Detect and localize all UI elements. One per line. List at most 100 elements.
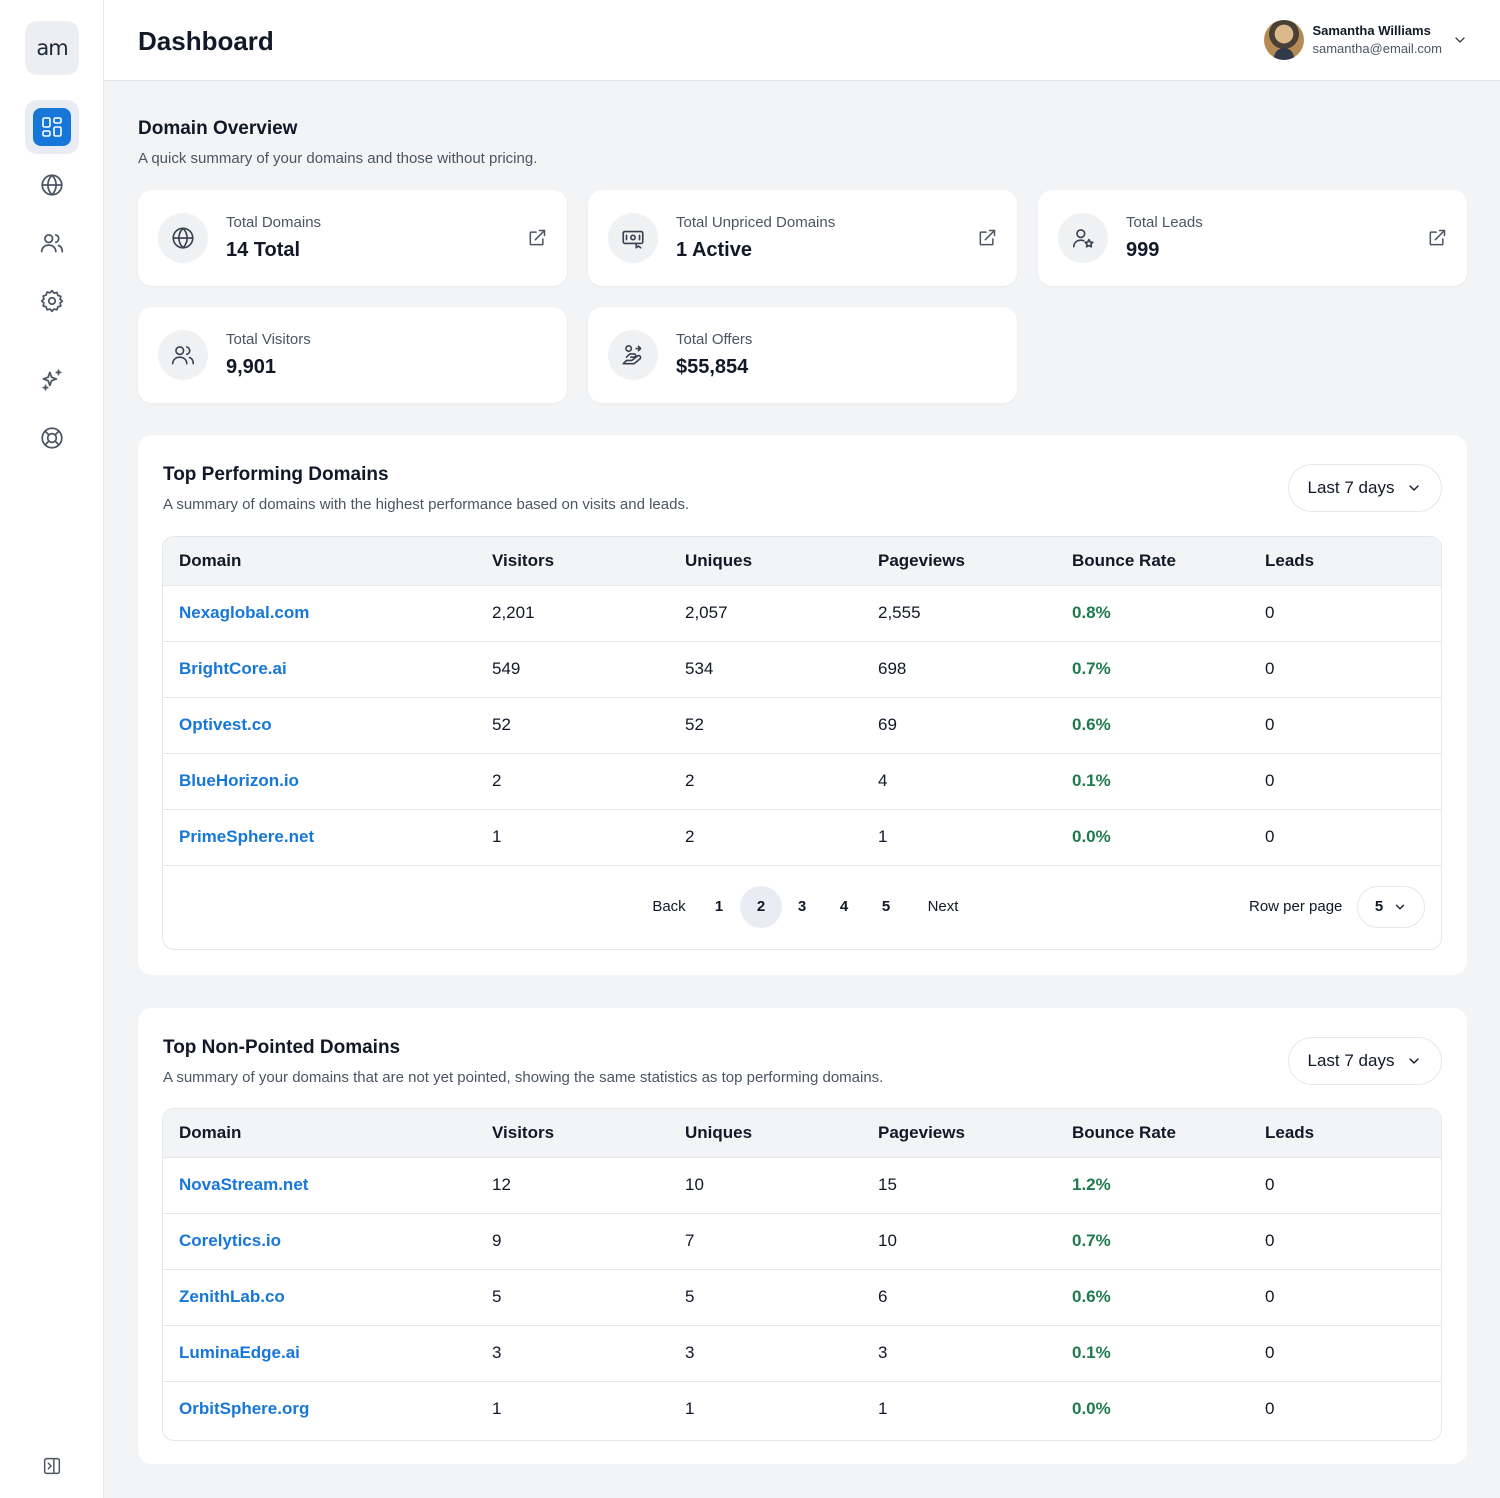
app-logo[interactable]: am (25, 21, 79, 75)
table-row: LuminaEdge.ai 3 3 3 0.1% 0 (163, 1325, 1441, 1381)
column-header-visitors[interactable]: Visitors (476, 537, 669, 586)
column-header-domain[interactable]: Domain (163, 1109, 476, 1158)
top-performing-subtitle: A summary of domains with the highest pe… (163, 496, 690, 513)
table-row: BlueHorizon.io 2 2 4 0.1% 0 (163, 753, 1441, 809)
table-row: NovaStream.net 12 10 15 1.2% 0 (163, 1157, 1441, 1213)
user-name: Samantha Williams (1312, 23, 1431, 38)
stat-label: Total Leads (1126, 214, 1203, 231)
bounce-rate-cell: 0.0% (1072, 827, 1111, 846)
stat-card-unpriced-domains: Total Unpriced Domains 1 Active (588, 190, 1017, 286)
nav-domains[interactable] (25, 158, 79, 212)
stat-value: 1 Active (676, 239, 752, 261)
table-header-row: Domain Visitors Uniques Pageviews Bounce… (163, 1109, 1441, 1158)
avatar (1264, 20, 1305, 60)
handshake-offer-icon (622, 344, 642, 365)
open-unpriced-domains-button[interactable] (977, 228, 997, 248)
users-icon (171, 346, 195, 365)
uniques-cell: 2,057 (685, 603, 728, 622)
column-header-pageviews[interactable]: Pageviews (862, 537, 1056, 586)
uniques-cell: 2 (685, 827, 695, 846)
uniques-cell: 5 (685, 1287, 695, 1306)
domain-link[interactable]: OrbitSphere.org (163, 1381, 476, 1437)
pageviews-cell: 1 (878, 827, 888, 846)
chevron-down-icon (1455, 37, 1465, 43)
stat-value: $55,854 (676, 356, 749, 378)
stat-card-total-domains: Total Domains 14 Total (138, 190, 567, 286)
visitors-cell: 549 (492, 659, 521, 678)
nav-settings[interactable] (25, 274, 79, 328)
lifebuoy-icon (41, 427, 63, 449)
column-header-leads[interactable]: Leads (1249, 537, 1441, 586)
domain-link[interactable]: NovaStream.net (163, 1157, 476, 1213)
non-pointed-title: Top Non-Pointed Domains (163, 1037, 401, 1058)
column-header-uniques[interactable]: Uniques (669, 1109, 862, 1158)
globe-icon (172, 227, 194, 249)
open-total-leads-button[interactable] (1427, 228, 1447, 248)
leads-cell: 0 (1265, 659, 1275, 678)
column-header-domain[interactable]: Domain (163, 537, 476, 586)
nav-ai[interactable] (25, 353, 79, 407)
domain-link[interactable]: BlueHorizon.io (163, 753, 476, 809)
column-header-bounce-rate[interactable]: Bounce Rate (1056, 537, 1249, 586)
domain-link[interactable]: BrightCore.ai (163, 641, 476, 697)
nav-users[interactable] (25, 216, 79, 270)
stat-value: 999 (1126, 239, 1160, 261)
domain-link[interactable]: ZenithLab.co (163, 1269, 476, 1325)
non-pointed-range-select[interactable]: Last 7 days (1288, 1037, 1442, 1085)
column-header-leads[interactable]: Leads (1249, 1109, 1441, 1158)
rows-per-page-label: Row per page (1249, 897, 1343, 915)
sidebar: am (0, 0, 104, 1498)
domain-link[interactable]: Nexaglobal.com (163, 585, 476, 641)
non-pointed-table: Domain Visitors Uniques Pageviews Bounce… (162, 1108, 1442, 1441)
nav-dashboard[interactable] (25, 100, 79, 154)
column-header-visitors[interactable]: Visitors (476, 1109, 669, 1158)
users-icon (40, 234, 64, 253)
table-row: BrightCore.ai 549 534 698 0.7% 0 (163, 641, 1441, 697)
open-total-domains-button[interactable] (527, 228, 547, 248)
pagination-next-button[interactable]: Next (919, 886, 967, 928)
chevron-down-icon (1396, 904, 1405, 909)
user-menu[interactable]: Samantha Williams samantha@email.com (1264, 20, 1468, 60)
table-header-row: Domain Visitors Uniques Pageviews Bounce… (163, 537, 1441, 586)
domain-link[interactable]: Corelytics.io (163, 1213, 476, 1269)
pageviews-cell: 4 (878, 771, 888, 790)
external-link-icon (529, 229, 546, 246)
external-link-icon (1429, 229, 1446, 246)
pageviews-cell: 1 (878, 1399, 888, 1419)
column-header-pageviews[interactable]: Pageviews (862, 1109, 1056, 1158)
leads-cell: 0 (1265, 715, 1275, 734)
table-row: Nexaglobal.com 2,201 2,057 2,555 0.8% 0 (163, 585, 1441, 641)
user-email: samantha@email.com (1312, 41, 1442, 56)
pageviews-cell: 69 (878, 715, 897, 734)
stat-label: Total Unpriced Domains (676, 214, 836, 231)
column-header-bounce-rate[interactable]: Bounce Rate (1056, 1109, 1249, 1158)
leads-cell: 0 (1265, 1343, 1275, 1362)
dashboard-icon (42, 117, 62, 137)
top-performing-range-select[interactable]: Last 7 days (1288, 464, 1442, 512)
non-pointed-subtitle: A summary of your domains that are not y… (163, 1069, 884, 1086)
bounce-rate-cell: 0.6% (1072, 715, 1111, 734)
pagination-page-1[interactable]: 1 (698, 886, 740, 928)
sidebar-collapse-button[interactable] (40, 1454, 64, 1478)
domain-link[interactable]: LuminaEdge.ai (163, 1325, 476, 1381)
pagination-back-button[interactable]: Back (641, 886, 697, 928)
rows-per-page-select[interactable]: 5 (1357, 885, 1425, 928)
nav-support[interactable] (25, 411, 79, 465)
domain-link[interactable]: PrimeSphere.net (163, 809, 476, 865)
table-row: PrimeSphere.net 1 2 1 0.0% 0 (163, 809, 1441, 865)
uniques-cell: 10 (685, 1175, 704, 1194)
uniques-cell: 2 (685, 771, 695, 790)
bounce-rate-cell: 0.7% (1072, 1231, 1111, 1250)
pageviews-cell: 10 (878, 1231, 897, 1250)
pagination-page-2[interactable]: 2 (740, 885, 782, 928)
domain-link[interactable]: Optivest.co (163, 697, 476, 753)
table-row: Corelytics.io 9 7 10 0.7% 0 (163, 1213, 1441, 1269)
pagination-page-5[interactable]: 5 (865, 886, 907, 928)
top-performing-table: Domain Visitors Uniques Pageviews Bounce… (162, 536, 1442, 950)
visitors-cell: 3 (492, 1343, 502, 1362)
pagination-page-3[interactable]: 3 (781, 886, 823, 928)
pagination-page-4[interactable]: 4 (823, 886, 865, 928)
column-header-uniques[interactable]: Uniques (669, 537, 862, 586)
visitors-cell: 9 (492, 1231, 502, 1250)
pagination: Back 1 2 3 4 5 Next Row per page 5 (163, 866, 1441, 948)
